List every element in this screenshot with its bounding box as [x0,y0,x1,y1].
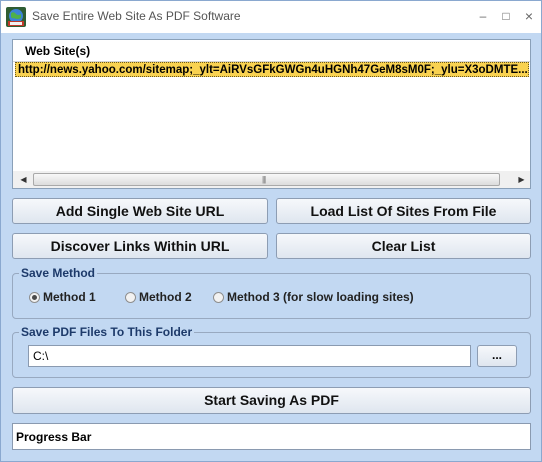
save-folder-group: Save PDF Files To This Folder C:\ ... [12,326,531,378]
discover-links-button[interactable]: Discover Links Within URL [12,233,268,259]
save-method-label: Save Method [19,266,98,280]
horizontal-scrollbar[interactable]: ◀ ||| ▶ [13,171,530,188]
radio-method-1[interactable]: Method 1 [29,290,96,304]
radio-method-3-label: Method 3 (for slow loading sites) [227,290,414,304]
browse-folder-button[interactable]: ... [477,345,517,367]
app-window: Save Entire Web Site As PDF Software – □… [0,0,542,462]
list-column-header[interactable]: Web Site(s) [13,40,530,62]
app-globe-icon [6,7,26,27]
progress-bar: Progress Bar [12,423,531,450]
add-single-url-button[interactable]: Add Single Web Site URL [12,198,268,224]
radio-unchecked-icon[interactable] [213,291,224,303]
list-item[interactable]: http://news.yahoo.com/sitemap;_ylt=AiRVs… [15,62,529,77]
radio-method-2[interactable]: Method 2 [125,290,192,304]
scroll-right-arrow-icon[interactable]: ▶ [513,171,530,188]
web-sites-list[interactable]: Web Site(s) http://news.yahoo.com/sitema… [12,39,531,189]
scrollbar-thumb[interactable]: ||| [33,173,500,186]
radio-checked-icon[interactable] [29,291,40,303]
column-header-web-sites: Web Site(s) [25,44,91,58]
title-bar: Save Entire Web Site As PDF Software – □… [1,1,541,33]
scroll-left-arrow-icon[interactable]: ◀ [15,171,32,188]
close-button[interactable]: × [519,7,539,25]
load-list-button[interactable]: Load List Of Sites From File [276,198,531,224]
window-title: Save Entire Web Site As PDF Software [32,9,241,23]
clear-list-button[interactable]: Clear List [276,233,531,259]
progress-bar-label: Progress Bar [16,430,92,444]
save-method-group: Save Method Method 1 Method 2 Method 3 (… [12,267,531,319]
radio-method-3[interactable]: Method 3 (for slow loading sites) [213,290,414,304]
list-item-url: http://news.yahoo.com/sitemap;_ylt=AiRVs… [18,64,528,76]
minimize-button[interactable]: – [473,7,493,25]
radio-method-2-label: Method 2 [139,290,192,304]
scrollbar-grip-icon: ||| [262,175,266,184]
radio-method-1-label: Method 1 [43,290,96,304]
radio-unchecked-icon[interactable] [125,291,136,303]
maximize-button[interactable]: □ [496,7,516,25]
save-folder-label: Save PDF Files To This Folder [19,325,195,339]
start-saving-button[interactable]: Start Saving As PDF [12,387,531,414]
save-folder-input[interactable]: C:\ [28,345,471,367]
